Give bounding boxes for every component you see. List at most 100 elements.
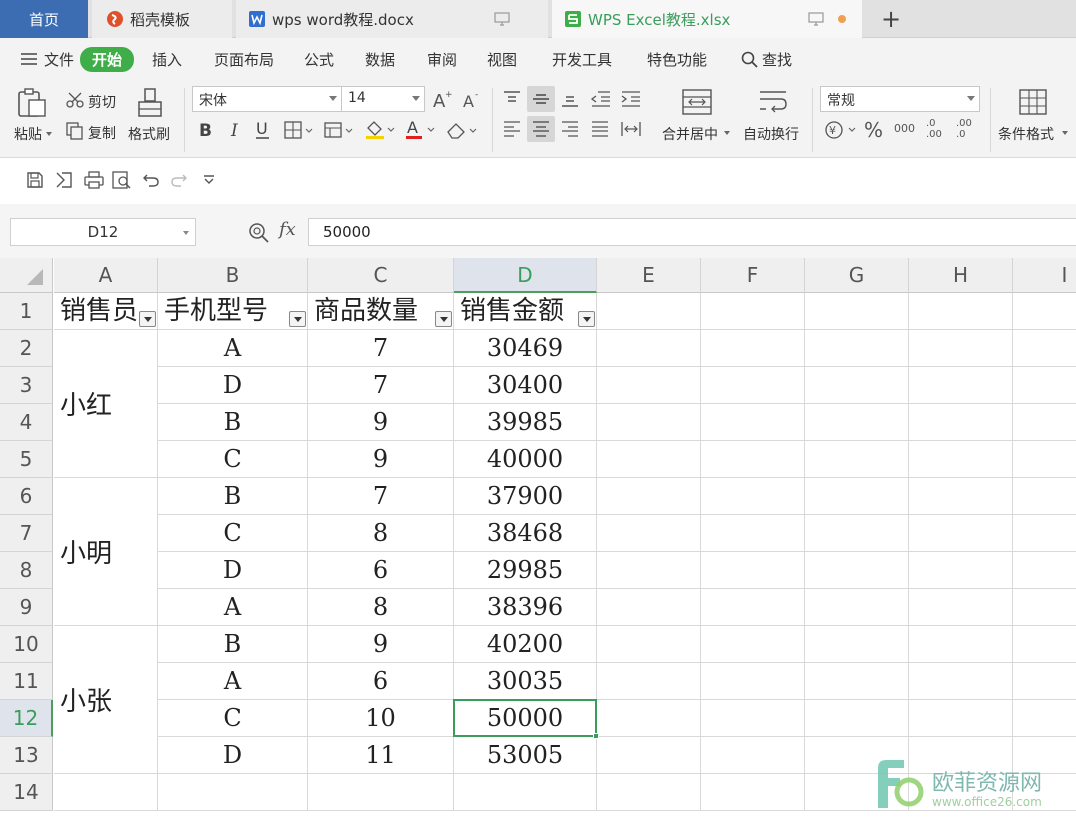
increase-indent-icon[interactable] xyxy=(620,90,642,108)
cell-f6[interactable] xyxy=(701,478,805,515)
eraser-icon[interactable] xyxy=(446,120,480,140)
data-cell-d2[interactable]: 30469 xyxy=(454,330,597,367)
data-cell-c12[interactable]: 10 xyxy=(308,700,454,737)
align-right-icon[interactable] xyxy=(560,120,580,138)
font-name-select[interactable]: 宋体 xyxy=(192,86,342,112)
data-cell-d4[interactable]: 39985 xyxy=(454,404,597,441)
cell-g8[interactable] xyxy=(805,552,909,589)
cell-e14[interactable] xyxy=(597,774,701,811)
menu-review[interactable]: 审阅 xyxy=(427,49,457,70)
filter-dropdown-icon[interactable] xyxy=(289,311,306,327)
filter-dropdown-icon[interactable] xyxy=(139,311,156,327)
chevron-down-icon[interactable] xyxy=(183,231,189,235)
cell-e9[interactable] xyxy=(597,589,701,626)
merge-center-icon[interactable] xyxy=(681,88,713,116)
cell-b14[interactable] xyxy=(158,774,308,811)
number-format-select[interactable]: 常规 xyxy=(820,86,980,112)
cell-h7[interactable] xyxy=(909,515,1013,552)
row-header-1[interactable]: 1 xyxy=(0,293,53,330)
cell-e10[interactable] xyxy=(597,626,701,663)
data-cell-c13[interactable]: 11 xyxy=(308,737,454,774)
cell-i2[interactable] xyxy=(1013,330,1076,367)
cell-g7[interactable] xyxy=(805,515,909,552)
cell-g5[interactable] xyxy=(805,441,909,478)
data-cell-d11[interactable]: 30035 xyxy=(454,663,597,700)
data-cell-d9[interactable]: 38396 xyxy=(454,589,597,626)
scissors-icon[interactable] xyxy=(66,92,84,108)
monitor-icon[interactable] xyxy=(808,12,824,26)
header-cell-c[interactable]: 商品数量 xyxy=(308,293,454,330)
cell-g4[interactable] xyxy=(805,404,909,441)
cell-h3[interactable] xyxy=(909,367,1013,404)
cell-h1[interactable] xyxy=(909,293,1013,330)
data-cell-c9[interactable]: 8 xyxy=(308,589,454,626)
cell-g10[interactable] xyxy=(805,626,909,663)
data-cell-d7[interactable]: 38468 xyxy=(454,515,597,552)
cell-h5[interactable] xyxy=(909,441,1013,478)
cell-g6[interactable] xyxy=(805,478,909,515)
cell-h2[interactable] xyxy=(909,330,1013,367)
row-header-10[interactable]: 10 xyxy=(0,626,53,663)
print-preview-icon[interactable] xyxy=(112,171,132,189)
row-header-6[interactable]: 6 xyxy=(0,478,53,515)
row-header-4[interactable]: 4 xyxy=(0,404,53,441)
cell-f7[interactable] xyxy=(701,515,805,552)
column-header-g[interactable]: G xyxy=(805,258,909,293)
cell-f13[interactable] xyxy=(701,737,805,774)
data-cell-c3[interactable]: 7 xyxy=(308,367,454,404)
menu-insert[interactable]: 插入 xyxy=(152,49,182,70)
cell-f14[interactable] xyxy=(701,774,805,811)
increase-font-icon[interactable]: A + xyxy=(432,88,454,110)
column-header-d[interactable]: D xyxy=(454,258,597,293)
decrease-indent-icon[interactable] xyxy=(590,90,612,108)
format-painter-label[interactable]: 格式刷 xyxy=(128,124,170,144)
decrease-font-icon[interactable]: A- xyxy=(462,88,484,110)
data-cell-d13[interactable]: 53005 xyxy=(454,737,597,774)
cell-i10[interactable] xyxy=(1013,626,1076,663)
export-pdf-icon[interactable] xyxy=(54,171,74,189)
data-cell-b2[interactable]: A xyxy=(158,330,308,367)
cell-f10[interactable] xyxy=(701,626,805,663)
data-cell-d6[interactable]: 37900 xyxy=(454,478,597,515)
cell-f4[interactable] xyxy=(701,404,805,441)
menu-data[interactable]: 数据 xyxy=(365,49,395,70)
menu-view[interactable]: 视图 xyxy=(487,49,517,70)
cell-e6[interactable] xyxy=(597,478,701,515)
data-cell-d10[interactable]: 40200 xyxy=(454,626,597,663)
data-cell-b8[interactable]: D xyxy=(158,552,308,589)
cell-i6[interactable] xyxy=(1013,478,1076,515)
row-header-2[interactable]: 2 xyxy=(0,330,53,367)
cell-f2[interactable] xyxy=(701,330,805,367)
data-cell-b13[interactable]: D xyxy=(158,737,308,774)
cell-h9[interactable] xyxy=(909,589,1013,626)
cell-e1[interactable] xyxy=(597,293,701,330)
data-cell-c7[interactable]: 8 xyxy=(308,515,454,552)
cell-f3[interactable] xyxy=(701,367,805,404)
cell-f1[interactable] xyxy=(701,293,805,330)
cell-g9[interactable] xyxy=(805,589,909,626)
menu-formula[interactable]: 公式 xyxy=(304,49,334,70)
cell-f11[interactable] xyxy=(701,663,805,700)
data-cell-c4[interactable]: 9 xyxy=(308,404,454,441)
cell-g3[interactable] xyxy=(805,367,909,404)
cell-i8[interactable] xyxy=(1013,552,1076,589)
tab-excel-workbook[interactable]: WPS Excel教程.xlsx xyxy=(552,0,862,38)
align-left-icon[interactable] xyxy=(502,120,522,138)
cell-c14[interactable] xyxy=(308,774,454,811)
cell-i7[interactable] xyxy=(1013,515,1076,552)
data-cell-d3[interactable]: 30400 xyxy=(454,367,597,404)
menu-developer[interactable]: 开发工具 xyxy=(552,49,612,70)
cell-e13[interactable] xyxy=(597,737,701,774)
column-header-e[interactable]: E xyxy=(597,258,701,293)
filter-dropdown-icon[interactable] xyxy=(435,311,452,327)
data-cell-c11[interactable]: 6 xyxy=(308,663,454,700)
redo-icon[interactable] xyxy=(170,171,188,189)
data-cell-c2[interactable]: 7 xyxy=(308,330,454,367)
data-cell-d5[interactable]: 40000 xyxy=(454,441,597,478)
cell-h10[interactable] xyxy=(909,626,1013,663)
hamburger-icon[interactable] xyxy=(20,52,38,66)
data-cell-b11[interactable]: A xyxy=(158,663,308,700)
cell-i5[interactable] xyxy=(1013,441,1076,478)
column-header-a[interactable]: A xyxy=(54,258,158,293)
paste-label[interactable]: 粘贴 xyxy=(14,124,42,144)
